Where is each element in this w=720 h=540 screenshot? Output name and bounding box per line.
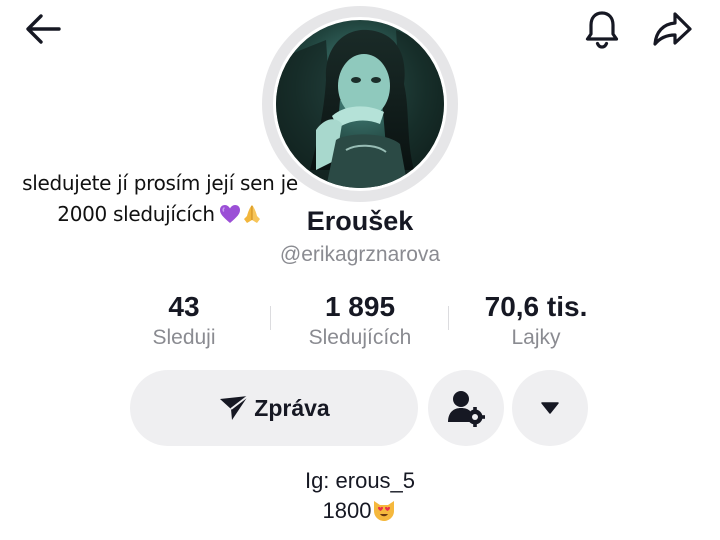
message-button[interactable]: Zpráva xyxy=(130,370,418,446)
message-button-label: Zpráva xyxy=(254,394,330,421)
avatar-border xyxy=(273,17,447,191)
likes-label: Lajky xyxy=(511,326,561,349)
profile-bio: Ig: erous_5 1800 xyxy=(200,466,520,526)
paper-plane-icon xyxy=(220,395,249,420)
followers-count: 1 895 xyxy=(324,291,396,322)
followers-label: Sledujících xyxy=(308,326,412,349)
caption-line-1: sledujete jí prosím její sen je xyxy=(22,171,298,195)
stat-divider xyxy=(448,306,449,330)
likes-count: 70,6 tis. xyxy=(484,291,588,322)
caption-line-2-text: 2000 sledujících xyxy=(57,202,215,226)
caret-down-icon xyxy=(541,402,559,414)
more-options-button[interactable] xyxy=(512,370,588,446)
bell-icon xyxy=(585,11,619,49)
profile-photo xyxy=(276,20,444,188)
stat-likes[interactable]: 70,6 tis. Lajky xyxy=(462,290,610,352)
share-button[interactable] xyxy=(648,6,696,52)
display-name: Eroušek xyxy=(306,206,414,236)
heart-eyes-cat-icon xyxy=(374,501,395,521)
stat-following[interactable]: 43 Sleduji xyxy=(120,290,248,352)
bio-line-1: Ig: erous_5 xyxy=(304,468,416,493)
arrow-left-icon xyxy=(26,14,61,44)
username-handle: @erikagrznarova xyxy=(279,243,441,266)
following-label: Sleduji xyxy=(152,326,216,349)
stat-followers[interactable]: 1 895 Sledujících xyxy=(288,290,432,352)
following-count: 43 xyxy=(168,291,200,322)
share-arrow-icon xyxy=(653,12,692,46)
user-gear-icon xyxy=(448,391,485,427)
follow-settings-button[interactable] xyxy=(428,370,504,446)
notifications-button[interactable] xyxy=(580,6,624,52)
stat-divider xyxy=(270,306,271,330)
bio-line-2: 1800 xyxy=(200,496,520,526)
bio-line-2-text: 1800 xyxy=(322,498,372,523)
back-button[interactable] xyxy=(20,6,66,52)
purple-heart-icon xyxy=(219,205,240,223)
